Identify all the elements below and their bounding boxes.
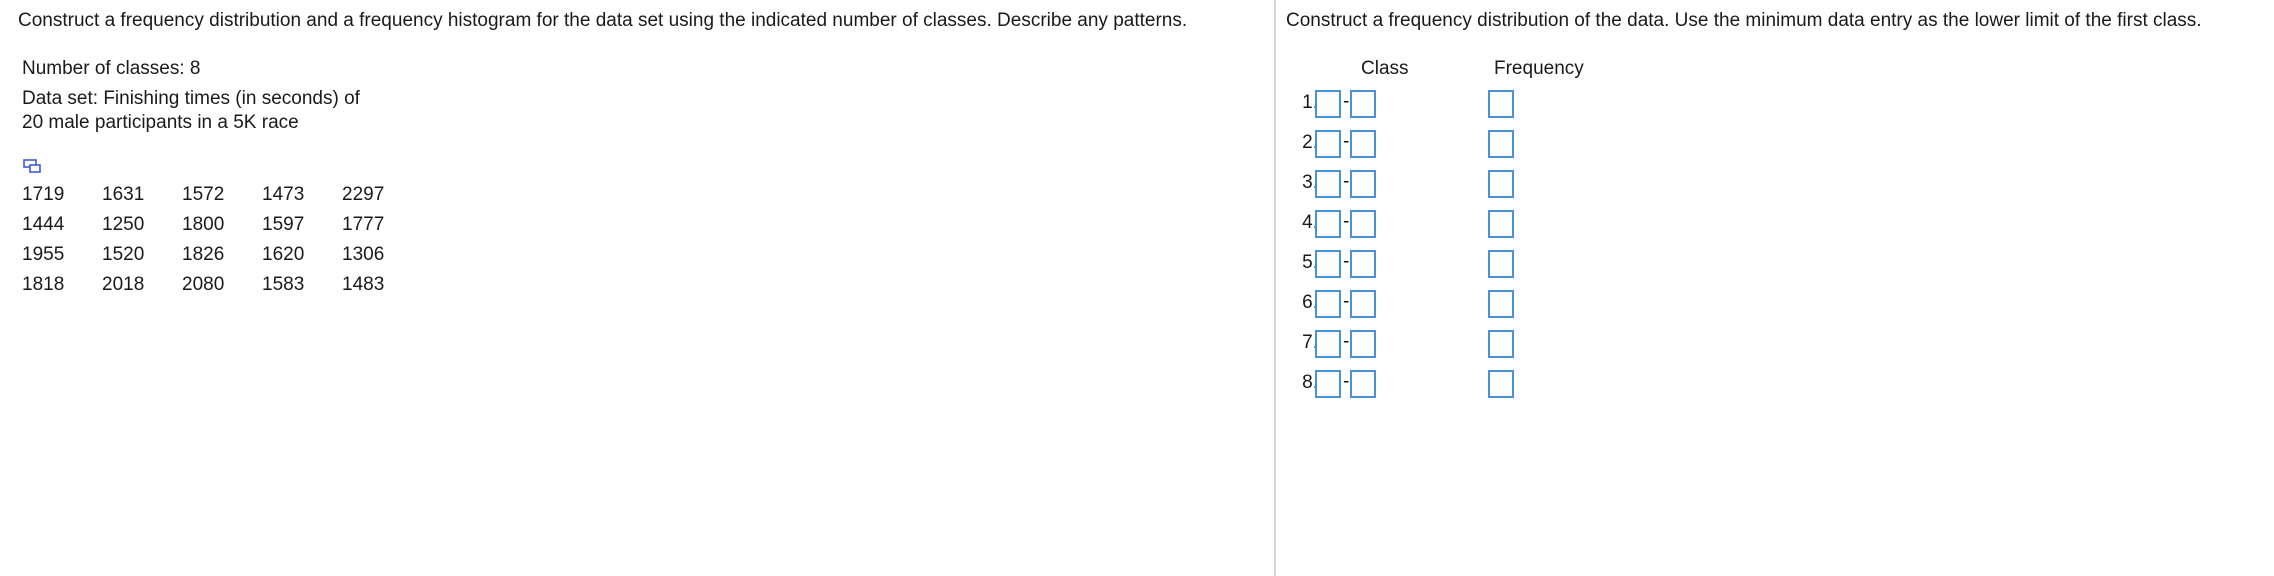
- class-row-number: 3.: [1302, 172, 1318, 193]
- class-row-number: 8.: [1302, 372, 1318, 393]
- class-row-number: 7.: [1302, 332, 1318, 353]
- class-row-number: 6.: [1302, 292, 1318, 313]
- number-of-classes: Number of classes: 8: [22, 58, 201, 79]
- dataset-label-line1: Data set: Finishing times (in seconds) o…: [22, 88, 360, 109]
- class-lower-limit-input[interactable]: [1315, 290, 1341, 318]
- class-range-dash: -: [1343, 91, 1350, 112]
- class-range-dash: -: [1343, 171, 1350, 192]
- data-value: 1818: [22, 274, 65, 295]
- class-upper-limit-input[interactable]: [1350, 130, 1376, 158]
- class-row: 1. -: [1276, 88, 1676, 122]
- class-row: 6. -: [1276, 288, 1676, 322]
- class-row: 8. -: [1276, 368, 1676, 402]
- class-lower-limit-input[interactable]: [1315, 370, 1341, 398]
- copy-data-icon[interactable]: [23, 158, 43, 174]
- data-value: 1444: [22, 214, 65, 235]
- class-row: 5. -: [1276, 248, 1676, 282]
- class-range-dash: -: [1343, 251, 1350, 272]
- class-lower-limit-input[interactable]: [1315, 330, 1341, 358]
- frequency-input[interactable]: [1488, 170, 1514, 198]
- data-value: 1800: [182, 214, 225, 235]
- class-upper-limit-input[interactable]: [1350, 90, 1376, 118]
- class-upper-limit-input[interactable]: [1350, 290, 1376, 318]
- data-value: 2297: [342, 184, 385, 205]
- class-header: Class: [1361, 58, 1409, 79]
- data-row: 1955 1520 1826 1620 1306: [22, 240, 422, 270]
- data-value: 1520: [102, 244, 145, 265]
- frequency-input[interactable]: [1488, 330, 1514, 358]
- class-upper-limit-input[interactable]: [1350, 330, 1376, 358]
- data-value: 1777: [342, 214, 385, 235]
- frequency-input[interactable]: [1488, 90, 1514, 118]
- data-value: 1597: [262, 214, 305, 235]
- class-lower-limit-input[interactable]: [1315, 90, 1341, 118]
- class-row: 3. -: [1276, 168, 1676, 202]
- class-range-dash: -: [1343, 131, 1350, 152]
- data-row: 1719 1631 1572 1473 2297: [22, 180, 422, 210]
- frequency-input[interactable]: [1488, 290, 1514, 318]
- frequency-input[interactable]: [1488, 130, 1514, 158]
- data-value: 1483: [342, 274, 385, 295]
- data-value: 1473: [262, 184, 305, 205]
- class-row: 2. -: [1276, 128, 1676, 162]
- class-row-number: 5.: [1302, 252, 1318, 273]
- class-upper-limit-input[interactable]: [1350, 210, 1376, 238]
- data-value: 1250: [102, 214, 145, 235]
- class-lower-limit-input[interactable]: [1315, 170, 1341, 198]
- frequency-input[interactable]: [1488, 250, 1514, 278]
- class-range-dash: -: [1343, 371, 1350, 392]
- class-row-number: 4.: [1302, 212, 1318, 233]
- class-upper-limit-input[interactable]: [1350, 250, 1376, 278]
- dataset-label-line2: 20 male participants in a 5K race: [22, 112, 299, 133]
- data-value: 2018: [102, 274, 145, 295]
- dataset-label: Data set: Finishing times (in seconds) o…: [22, 87, 360, 135]
- data-value: 1955: [22, 244, 65, 265]
- data-value: 1620: [262, 244, 305, 265]
- left-instruction: Construct a frequency distribution and a…: [18, 10, 1188, 31]
- class-row: 7. -: [1276, 328, 1676, 362]
- class-upper-limit-input[interactable]: [1350, 170, 1376, 198]
- frequency-input[interactable]: [1488, 370, 1514, 398]
- right-instruction: Construct a frequency distribution of th…: [1286, 10, 2202, 31]
- class-row-number: 1.: [1302, 92, 1318, 113]
- data-value: 1572: [182, 184, 225, 205]
- frequency-header: Frequency: [1494, 58, 1584, 79]
- frequency-input[interactable]: [1488, 210, 1514, 238]
- data-value: 1719: [22, 184, 65, 205]
- data-value: 2080: [182, 274, 225, 295]
- data-row: 1444 1250 1800 1597 1777: [22, 210, 422, 240]
- class-range-dash: -: [1343, 331, 1350, 352]
- class-lower-limit-input[interactable]: [1315, 210, 1341, 238]
- data-value: 1306: [342, 244, 385, 265]
- class-row: 4. -: [1276, 208, 1676, 242]
- right-pane: Construct a frequency distribution of th…: [1276, 0, 2274, 576]
- data-row: 1818 2018 2080 1583 1483: [22, 270, 422, 300]
- class-range-dash: -: [1343, 211, 1350, 232]
- data-value: 1631: [102, 184, 145, 205]
- class-range-dash: -: [1343, 291, 1350, 312]
- data-value: 1826: [182, 244, 225, 265]
- data-table: 1719 1631 1572 1473 2297 1444 1250 1800 1597 1777…: [22, 180, 422, 300]
- class-upper-limit-input[interactable]: [1350, 370, 1376, 398]
- class-row-number: 2.: [1302, 132, 1318, 153]
- class-lower-limit-input[interactable]: [1315, 250, 1341, 278]
- class-lower-limit-input[interactable]: [1315, 130, 1341, 158]
- left-pane: Construct a frequency distribution and a…: [0, 0, 1274, 576]
- data-value: 1583: [262, 274, 305, 295]
